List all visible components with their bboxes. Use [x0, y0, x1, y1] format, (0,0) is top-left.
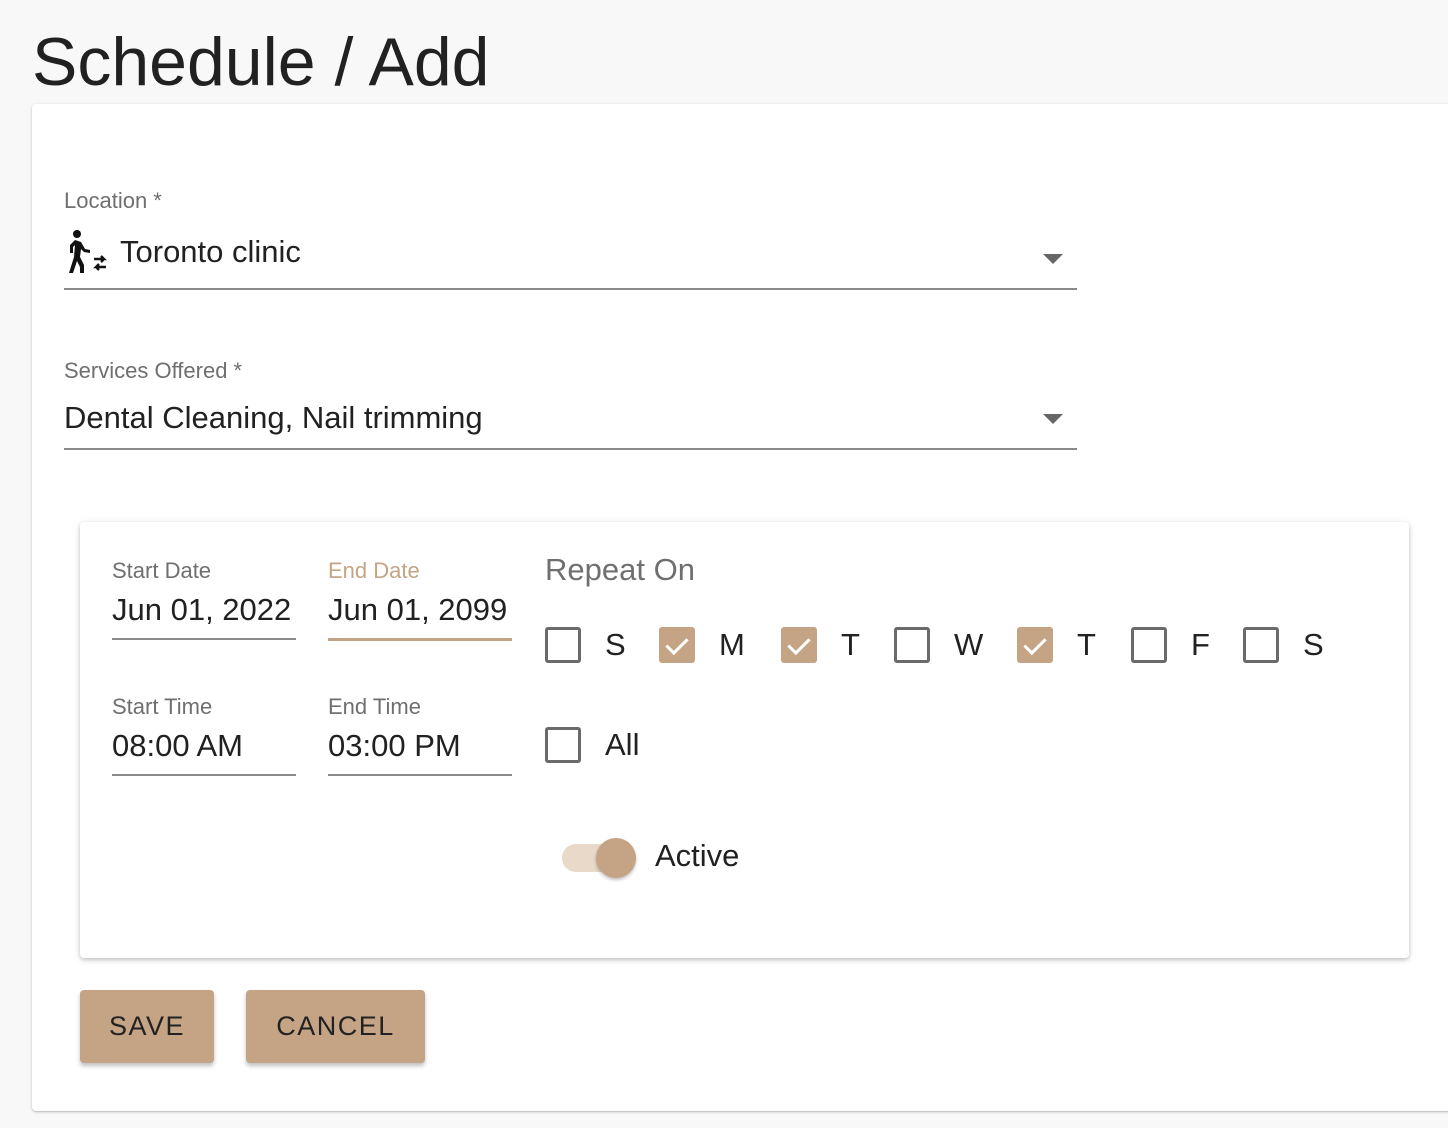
day-checkbox[interactable] — [545, 627, 581, 663]
location-underline — [64, 288, 1077, 290]
day-checkbox[interactable] — [1017, 627, 1053, 663]
start-time-value[interactable]: 08:00 AM — [112, 728, 296, 764]
toggle-thumb[interactable] — [596, 838, 636, 878]
schedule-details-card: Start Date Jun 01, 2022 End Date Jun 01,… — [80, 522, 1409, 958]
end-time-underline — [328, 774, 512, 776]
active-toggle[interactable] — [562, 836, 638, 880]
all-days-label: All — [605, 727, 640, 762]
day-label: W — [954, 627, 984, 662]
end-date-underline — [328, 638, 512, 641]
chevron-down-icon[interactable] — [1043, 414, 1063, 424]
day-option-tuesday[interactable]: T — [781, 626, 860, 664]
start-time-label: Start Time — [112, 694, 213, 719]
save-button[interactable]: SAVE — [80, 990, 214, 1063]
services-label: Services Offered * — [64, 358, 243, 383]
end-time-field[interactable]: End Time 03:00 PM — [328, 694, 512, 794]
page-title: Schedule / Add — [32, 24, 490, 100]
chevron-down-icon[interactable] — [1043, 254, 1063, 264]
start-date-value[interactable]: Jun 01, 2022 — [112, 592, 296, 628]
start-date-label: Start Date — [112, 558, 212, 583]
day-option-friday[interactable]: F — [1131, 626, 1210, 664]
day-option-thursday[interactable]: T — [1017, 626, 1096, 664]
day-option-saturday[interactable]: S — [1243, 626, 1324, 664]
day-checkbox[interactable] — [781, 627, 817, 663]
day-checkbox[interactable] — [894, 627, 930, 663]
services-underline — [64, 448, 1077, 450]
start-time-field[interactable]: Start Time 08:00 AM — [112, 694, 296, 794]
all-days-checkbox[interactable] — [545, 727, 581, 763]
active-label: Active — [655, 838, 740, 873]
schedule-form-card: Location * Toronto clinic Services Offer… — [32, 104, 1448, 1111]
day-label: M — [719, 627, 745, 662]
start-date-field[interactable]: Start Date Jun 01, 2022 — [112, 558, 296, 658]
end-date-value[interactable]: Jun 01, 2099 — [328, 592, 512, 628]
day-label: S — [1303, 627, 1324, 662]
day-checkbox[interactable] — [1243, 627, 1279, 663]
services-value: Dental Cleaning, Nail trimming — [64, 400, 483, 435]
day-label: S — [605, 627, 626, 662]
end-time-label: End Time — [328, 694, 421, 719]
day-option-wednesday[interactable]: W — [894, 626, 983, 664]
end-date-label: End Date — [328, 558, 420, 583]
day-option-sunday[interactable]: S — [545, 626, 626, 664]
day-option-monday[interactable]: M — [659, 626, 745, 664]
start-time-underline — [112, 774, 296, 776]
end-time-value[interactable]: 03:00 PM — [328, 728, 512, 764]
cancel-button[interactable]: CANCEL — [246, 990, 425, 1063]
day-label: T — [841, 627, 860, 662]
day-label: T — [1077, 627, 1096, 662]
services-select[interactable]: Services Offered * Dental Cleaning, Nail… — [64, 354, 1077, 454]
repeat-on-title: Repeat On — [545, 552, 695, 587]
location-label: Location * — [64, 188, 162, 213]
location-value: Toronto clinic — [120, 234, 301, 269]
day-label: F — [1191, 627, 1210, 662]
day-checkbox[interactable] — [659, 627, 695, 663]
day-checkbox[interactable] — [1131, 627, 1167, 663]
all-days-option[interactable]: All — [545, 726, 639, 764]
start-date-underline — [112, 638, 296, 640]
end-date-field[interactable]: End Date Jun 01, 2099 — [328, 558, 512, 658]
location-select[interactable]: Location * Toronto clinic — [64, 184, 1077, 290]
person-walking-transfer-icon — [64, 229, 110, 275]
